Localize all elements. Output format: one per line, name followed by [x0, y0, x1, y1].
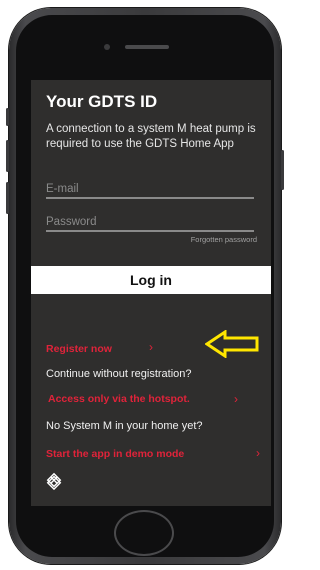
- front-camera: [104, 44, 110, 50]
- email-field[interactable]: E-mail: [46, 183, 79, 195]
- page-title: Your GDTS ID: [46, 92, 158, 111]
- app-screen: Your GDTS ID A connection to a system M …: [31, 80, 271, 506]
- volume-down-button: [6, 182, 9, 214]
- login-button[interactable]: Log in: [31, 266, 271, 294]
- page-description: A connection to a system M heat pump is …: [46, 123, 256, 150]
- email-field-underline: [46, 197, 254, 199]
- register-now-link[interactable]: Register now: [46, 343, 112, 355]
- forgot-password-link[interactable]: Forgotten password: [191, 235, 257, 244]
- chevron-right-icon[interactable]: ›: [256, 446, 260, 460]
- power-button: [281, 150, 284, 190]
- home-button[interactable]: [114, 510, 174, 556]
- password-field-underline: [46, 230, 254, 232]
- mute-switch: [6, 108, 9, 126]
- continue-without-registration-text: Continue without registration?: [46, 368, 192, 380]
- left-arrow-outline-icon: [205, 330, 259, 358]
- password-field[interactable]: Password: [46, 216, 97, 228]
- earpiece-speaker: [125, 45, 169, 49]
- chevron-right-icon[interactable]: ›: [149, 340, 153, 354]
- hotspot-access-link[interactable]: Access only via the hotspot.: [48, 393, 190, 405]
- demo-mode-link[interactable]: Start the app in demo mode: [46, 448, 184, 460]
- chevron-right-icon[interactable]: ›: [234, 392, 238, 406]
- volume-up-button: [6, 140, 9, 172]
- knot-logo-icon: [46, 472, 62, 490]
- no-system-text: No System M in your home yet?: [46, 420, 203, 432]
